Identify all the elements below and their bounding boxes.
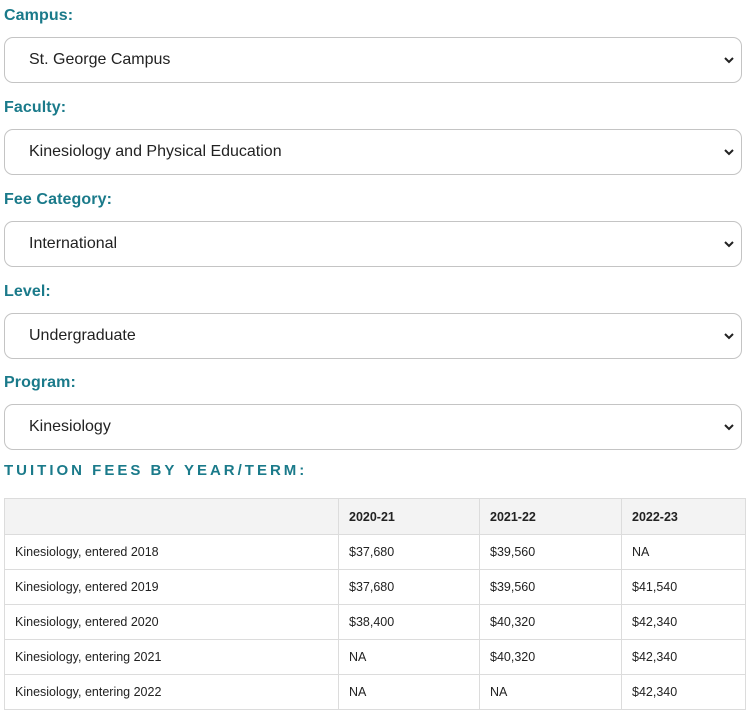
fee-cell: $38,400	[338, 604, 480, 640]
campus-select-value: St. George Campus	[29, 51, 171, 68]
fee-cell: $42,340	[621, 604, 746, 640]
level-select[interactable]: Undergraduate	[4, 313, 742, 359]
program-select-value: Kinesiology	[29, 418, 111, 435]
campus-select[interactable]: St. George Campus	[4, 37, 742, 83]
level-label: Level:	[4, 283, 51, 300]
header-cell-2020-21: 2020-21	[338, 498, 480, 535]
program-cell: Kinesiology, entered 2020	[4, 604, 339, 640]
program-cell: Kinesiology, entered 2018	[4, 534, 339, 570]
table-row: Kinesiology, entering 2022 NA NA $42,340	[4, 674, 746, 710]
chevron-down-icon	[724, 241, 734, 248]
fee-cell: $37,680	[338, 569, 480, 605]
program-select[interactable]: Kinesiology	[4, 404, 742, 450]
fee-category-select-value: International	[29, 235, 118, 252]
fee-cell: NA	[621, 534, 746, 570]
fee-cell: $42,340	[621, 674, 746, 710]
tuition-fees-heading: TUITION FEES BY YEAR/TERM:	[4, 462, 308, 479]
program-label: Program:	[4, 374, 76, 391]
fee-cell: NA	[338, 674, 480, 710]
header-cell-2021-22: 2021-22	[479, 498, 622, 535]
table-row: Kinesiology, entered 2020 $38,400 $40,32…	[4, 604, 746, 640]
header-cell-program	[4, 498, 339, 535]
fee-cell: $39,560	[479, 534, 622, 570]
program-cell: Kinesiology, entering 2021	[4, 639, 339, 675]
fee-cell: $39,560	[479, 569, 622, 605]
table-row: Kinesiology, entered 2019 $37,680 $39,56…	[4, 569, 746, 605]
fee-cell: $37,680	[338, 534, 480, 570]
table-row: Kinesiology, entered 2018 $37,680 $39,56…	[4, 534, 746, 570]
header-cell-2022-23: 2022-23	[621, 498, 746, 535]
program-cell: Kinesiology, entered 2019	[4, 569, 339, 605]
chevron-down-icon	[724, 149, 734, 156]
fee-cell: $40,320	[479, 639, 622, 675]
fee-cell: $41,540	[621, 569, 746, 605]
program-cell: Kinesiology, entering 2022	[4, 674, 339, 710]
fee-category-label: Fee Category:	[4, 191, 112, 208]
fee-cell: NA	[479, 674, 622, 710]
chevron-down-icon	[724, 424, 734, 431]
table-row: Kinesiology, entering 2021 NA $40,320 $4…	[4, 639, 746, 675]
faculty-select[interactable]: Kinesiology and Physical Education	[4, 129, 742, 175]
table-header-row: 2020-21 2021-22 2022-23	[4, 498, 746, 535]
fee-cell: NA	[338, 639, 480, 675]
tuition-fees-table: 2020-21 2021-22 2022-23 Kinesiology, ent…	[4, 498, 746, 710]
fee-cell: $42,340	[621, 639, 746, 675]
faculty-select-value: Kinesiology and Physical Education	[29, 143, 282, 160]
level-select-value: Undergraduate	[29, 327, 136, 344]
fee-category-select[interactable]: International	[4, 221, 742, 267]
campus-label: Campus:	[4, 7, 74, 24]
chevron-down-icon	[724, 333, 734, 340]
chevron-down-icon	[724, 57, 734, 64]
fee-cell: $40,320	[479, 604, 622, 640]
faculty-label: Faculty:	[4, 99, 67, 116]
